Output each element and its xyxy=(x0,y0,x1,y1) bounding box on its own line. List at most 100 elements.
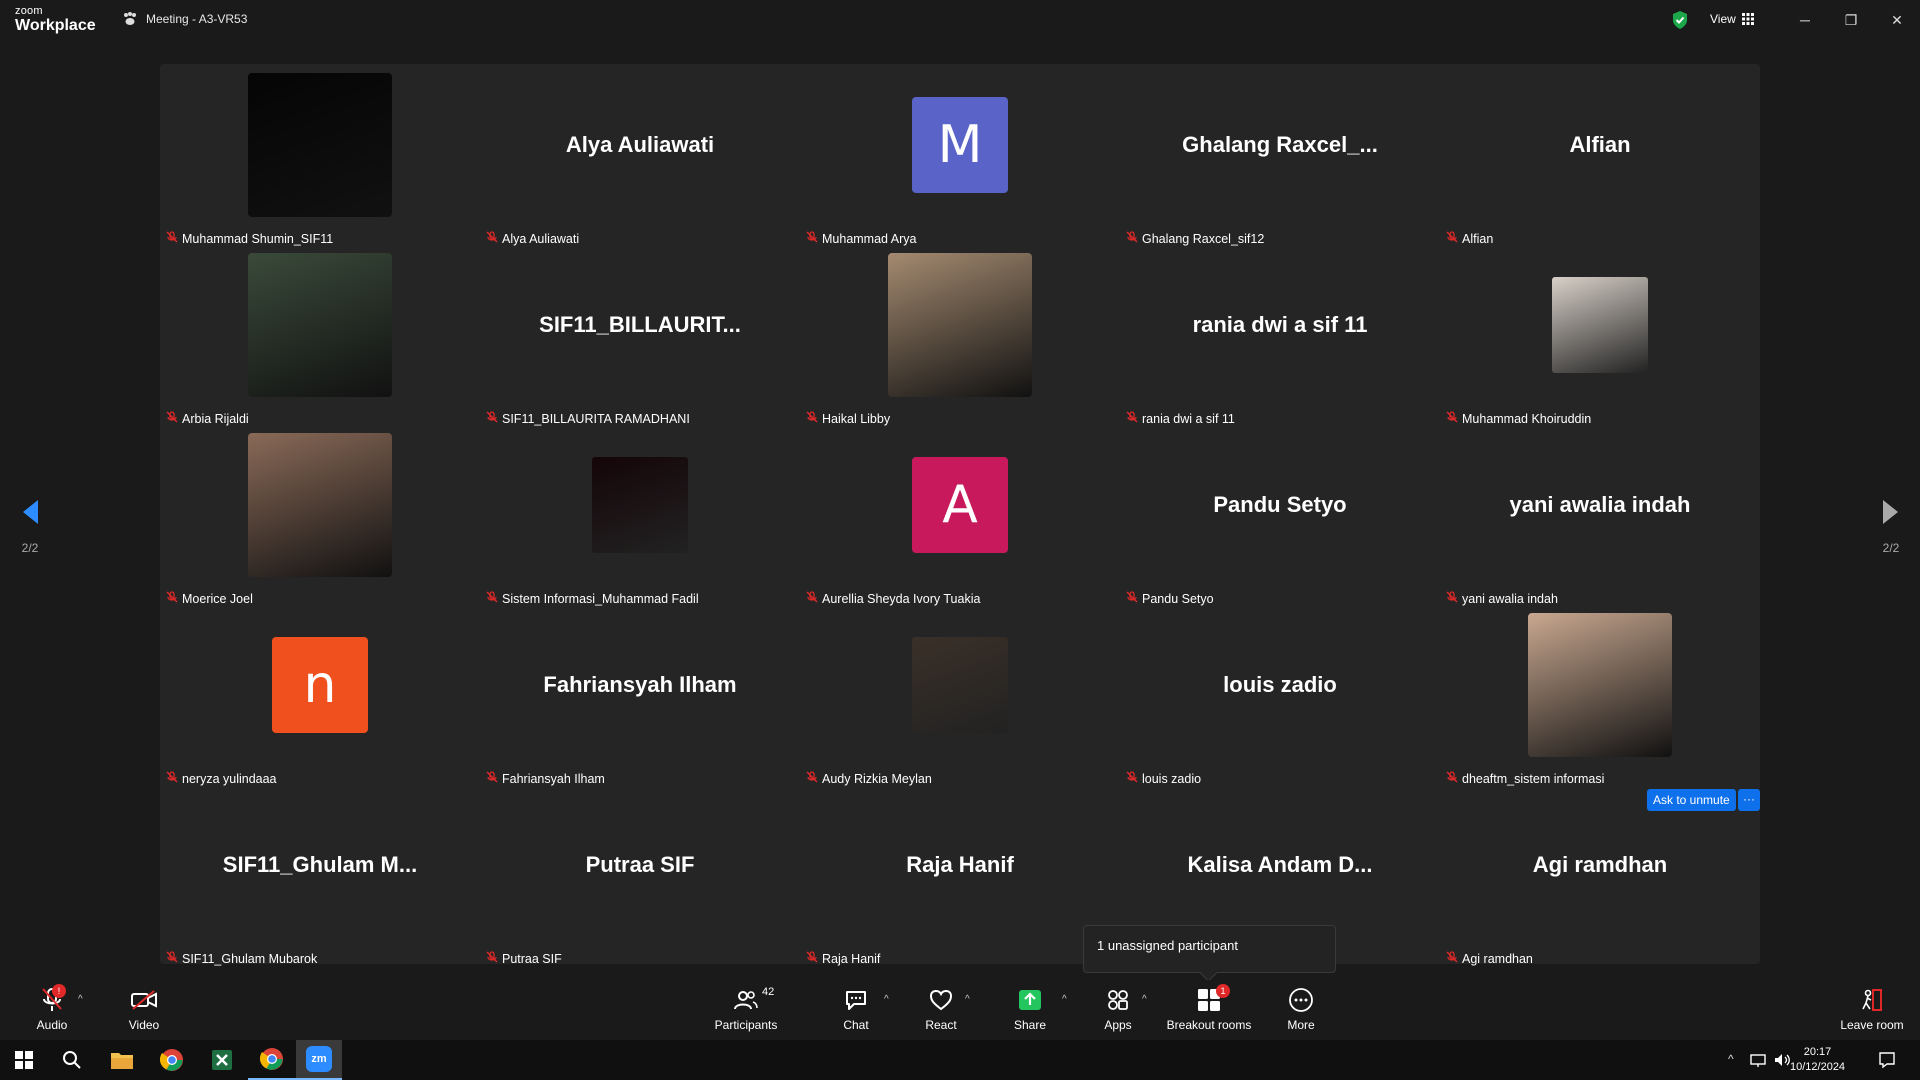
participant-tile[interactable]: Pandu Setyo Pandu Setyo xyxy=(1120,424,1440,606)
participant-tile[interactable]: Muhammad Shumin_SIF11 xyxy=(160,64,480,246)
microphone-muted-icon xyxy=(806,951,818,966)
participant-tile[interactable]: Agi ramdhan Agi ramdhan xyxy=(1440,784,1760,966)
react-button[interactable]: React xyxy=(923,986,959,1032)
participant-display-name: Alfian xyxy=(1569,132,1631,157)
share-button[interactable]: Share xyxy=(1013,986,1047,1032)
apps-button[interactable]: Apps xyxy=(1102,986,1134,1032)
participant-tile[interactable]: dheaftm_sistem informasi xyxy=(1440,604,1760,786)
leave-room-label: Leave room xyxy=(1840,1018,1904,1032)
participant-tile[interactable]: Haikal Libby xyxy=(800,244,1120,426)
participant-display-name: Putraa SIF xyxy=(585,852,695,877)
windows-start-icon[interactable] xyxy=(0,1040,48,1080)
participant-display: Raja Hanif xyxy=(800,784,1120,946)
share-options-caret[interactable]: ^ xyxy=(1062,994,1067,1005)
participant-display xyxy=(480,424,800,586)
system-clock[interactable]: 20:17 10/12/2024 xyxy=(1790,1045,1845,1075)
participant-display-name: Raja Hanif xyxy=(906,852,1014,877)
participant-tile[interactable]: Alya Auliawati Alya Auliawati xyxy=(480,64,800,246)
meeting-title[interactable]: Meeting - A3-VR53 xyxy=(122,12,247,26)
participant-tile[interactable]: Sistem Informasi_Muhammad Fadil xyxy=(480,424,800,606)
participant-tile[interactable]: Audy Rizkia Meylan xyxy=(800,604,1120,786)
logo-top: zoom xyxy=(15,5,43,17)
participant-tile[interactable]: louis zadio louis zadio xyxy=(1120,604,1440,786)
participant-tile[interactable]: Alfian Alfian xyxy=(1440,64,1760,246)
previous-page[interactable]: 2/2 xyxy=(10,498,50,555)
grid-icon xyxy=(1741,13,1754,25)
video-button[interactable]: Video xyxy=(126,986,162,1032)
clock-date: 10/12/2024 xyxy=(1790,1061,1846,1073)
microphone-muted-icon xyxy=(486,951,498,966)
more-button[interactable]: More xyxy=(1283,986,1319,1032)
participant-display: yani awalia indah xyxy=(1440,424,1760,586)
minimize-icon[interactable]: ─ xyxy=(1795,10,1815,30)
participant-tile[interactable]: SIF11_BILLAURIT... SIF11_BILLAURITA RAMAD… xyxy=(480,244,800,426)
participants-button[interactable]: 42 Participants xyxy=(712,986,780,1032)
participant-photo xyxy=(592,457,688,553)
microphone-muted-icon xyxy=(166,951,178,966)
excel-icon[interactable] xyxy=(198,1040,246,1080)
participants-icon xyxy=(734,991,758,1010)
security-shield-icon[interactable] xyxy=(1671,10,1689,30)
react-label: React xyxy=(925,1018,957,1032)
breakout-rooms-button[interactable]: 1 Breakout rooms xyxy=(1166,984,1252,1032)
participant-name: Raja Hanif xyxy=(822,951,881,966)
ask-to-unmute-button[interactable]: Ask to unmute xyxy=(1647,789,1736,811)
participant-tile[interactable]: Arbia Rijaldi xyxy=(160,244,480,426)
show-hidden-icons[interactable]: ^ xyxy=(1728,1052,1734,1066)
participant-display: rania dwi a sif 11 xyxy=(1120,244,1440,406)
chrome-icon[interactable] xyxy=(148,1040,196,1080)
arrow-right-icon xyxy=(1883,500,1898,524)
audio-warning-badge: ! xyxy=(52,984,66,998)
participant-photo xyxy=(912,637,1008,733)
apps-options-caret[interactable]: ^ xyxy=(1142,994,1147,1005)
zoom-taskbar-label: zm xyxy=(306,1046,332,1072)
participant-display-name: Agi ramdhan xyxy=(1532,852,1668,877)
leave-room-button[interactable]: Leave room xyxy=(1840,986,1904,1032)
file-explorer-icon[interactable] xyxy=(98,1040,146,1080)
participant-tile[interactable]: Raja Hanif Raja Hanif xyxy=(800,784,1120,966)
participant-display-name: yani awalia indah xyxy=(1509,492,1691,517)
notifications-icon[interactable] xyxy=(1878,1051,1896,1069)
search-icon[interactable] xyxy=(48,1040,96,1080)
react-options-caret[interactable]: ^ xyxy=(965,994,970,1005)
video-off-icon xyxy=(131,990,157,1010)
next-page[interactable]: 2/2 xyxy=(1871,498,1911,555)
view-button[interactable]: View xyxy=(1710,12,1754,26)
participant-display xyxy=(1440,244,1760,406)
participant-tile[interactable]: yani awalia indah yani awalia indah xyxy=(1440,424,1760,606)
zoom-taskbar-icon[interactable]: zm xyxy=(296,1040,342,1080)
windows-taskbar: zm ^ 20:17 10/12/2024 xyxy=(0,1040,1920,1080)
participant-tile[interactable]: M Muhammad Arya xyxy=(800,64,1120,246)
participant-photo xyxy=(1552,277,1648,373)
chat-options-caret[interactable]: ^ xyxy=(884,994,889,1005)
chat-button[interactable]: Chat xyxy=(840,986,872,1032)
audio-options-caret[interactable]: ^ xyxy=(78,994,83,1005)
participant-tile[interactable]: Putraa SIF Putraa SIF xyxy=(480,784,800,966)
breakout-rooms-label: Breakout rooms xyxy=(1166,1018,1252,1032)
participant-tile[interactable]: n neryza yulindaaa xyxy=(160,604,480,786)
participants-count: 42 xyxy=(762,986,775,998)
participant-video xyxy=(248,433,392,577)
chrome-profile-icon[interactable] xyxy=(248,1040,296,1080)
participant-tile[interactable]: rania dwi a sif 11 rania dwi a sif 11 xyxy=(1120,244,1440,426)
more-options-button[interactable]: ··· xyxy=(1738,789,1760,811)
participant-tile[interactable]: Moerice Joel xyxy=(160,424,480,606)
participant-tile[interactable]: Ghalang Raxcel_... Ghalang Raxcel_sif12 xyxy=(1120,64,1440,246)
close-icon[interactable]: ✕ xyxy=(1887,10,1907,30)
participant-tile[interactable]: Fahriansyah Ilham Fahriansyah Ilham xyxy=(480,604,800,786)
participant-video xyxy=(248,73,392,217)
participant-name: Agi ramdhan xyxy=(1462,951,1533,966)
restore-icon[interactable]: ❐ xyxy=(1841,10,1861,30)
participant-display: Putraa SIF xyxy=(480,784,800,946)
participant-tile[interactable]: SIF11_Ghulam M... SIF11_Ghulam Mubarok xyxy=(160,784,480,966)
audio-button[interactable]: ! Audio xyxy=(34,984,70,1032)
participant-display-name: Fahriansyah Ilham xyxy=(543,672,737,697)
participant-display: Ghalang Raxcel_... xyxy=(1120,64,1440,226)
network-icon[interactable] xyxy=(1750,1052,1766,1068)
leave-room-icon xyxy=(1862,989,1882,1011)
participant-display xyxy=(800,244,1120,406)
participant-tile[interactable]: A Aurellia Sheyda Ivory Tuakia xyxy=(800,424,1120,606)
participant-display: Kalisa Andam D... xyxy=(1120,784,1440,946)
participant-display xyxy=(160,64,480,226)
participant-tile[interactable]: Muhammad Khoiruddin xyxy=(1440,244,1760,426)
